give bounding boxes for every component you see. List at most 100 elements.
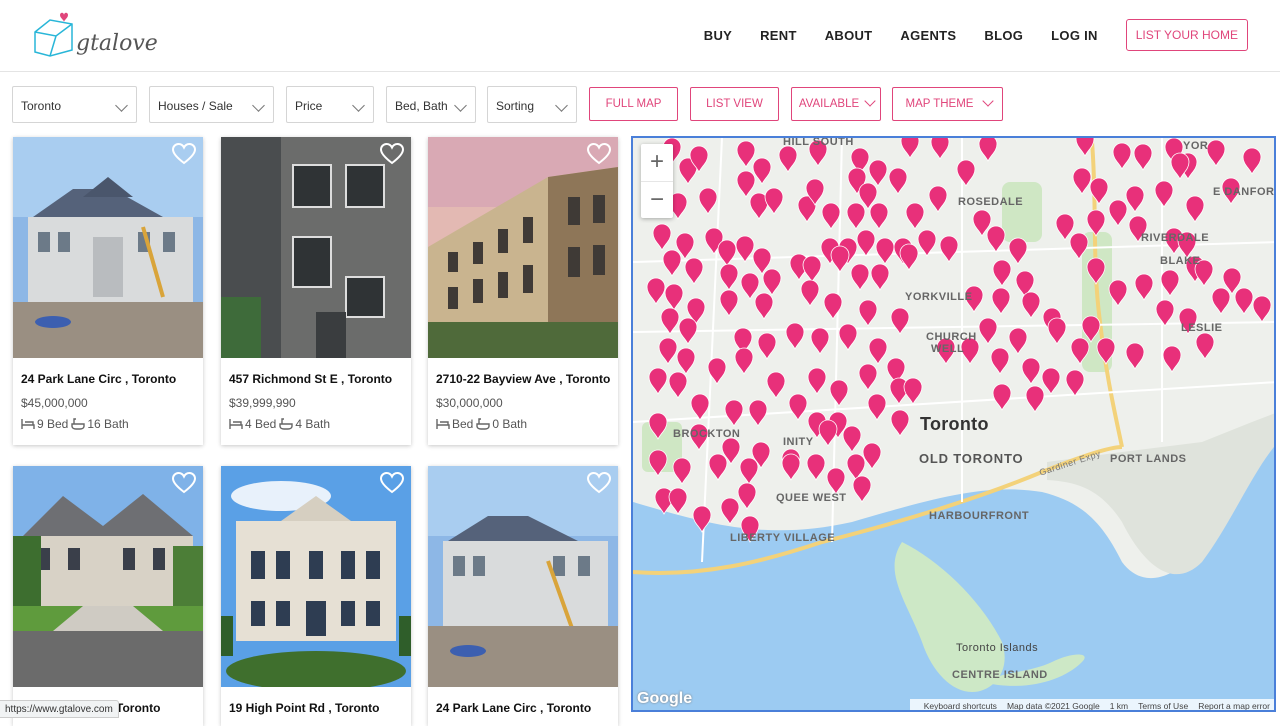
- map-marker-pin[interactable]: [991, 287, 1011, 315]
- map-marker-pin[interactable]: [1041, 367, 1061, 395]
- map-marker-pin[interactable]: [684, 257, 704, 285]
- map-marker-pin[interactable]: [900, 138, 920, 159]
- map-marker-pin[interactable]: [802, 255, 822, 283]
- sorting-select[interactable]: Sorting: [487, 86, 577, 123]
- nav-about[interactable]: ABOUT: [825, 28, 873, 43]
- map-marker-pin[interactable]: [754, 292, 774, 320]
- map-marker-pin[interactable]: [766, 371, 786, 399]
- map-marker-pin[interactable]: [806, 453, 826, 481]
- google-logo[interactable]: Google: [637, 690, 692, 708]
- listing-photo[interactable]: [13, 466, 203, 687]
- map-marker-pin[interactable]: [1211, 287, 1231, 315]
- map-marker-pin[interactable]: [928, 185, 948, 213]
- map-marker-pin[interactable]: [1096, 337, 1116, 365]
- listing-card[interactable]: 24 Park Lane Circ , Toronto $45,000,000 …: [13, 137, 203, 445]
- report-map-error-link[interactable]: Report a map error: [1198, 701, 1270, 710]
- map-marker-pin[interactable]: [930, 138, 950, 160]
- map-marker-pin[interactable]: [829, 379, 849, 407]
- map-marker-pin[interactable]: [692, 505, 712, 533]
- map-marker-pin[interactable]: [1154, 180, 1174, 208]
- zoom-in-button[interactable]: +: [641, 144, 673, 181]
- map-marker-pin[interactable]: [1242, 147, 1262, 175]
- map-marker-pin[interactable]: [868, 159, 888, 187]
- map-marker-pin[interactable]: [890, 307, 910, 335]
- map-marker-pin[interactable]: [720, 497, 740, 525]
- map-marker-pin[interactable]: [1065, 369, 1085, 397]
- map-marker-pin[interactable]: [870, 263, 890, 291]
- map-marker-pin[interactable]: [652, 223, 672, 251]
- map-marker-pin[interactable]: [1047, 317, 1067, 345]
- map-marker-pin[interactable]: [737, 482, 757, 510]
- map-marker-pin[interactable]: [1206, 139, 1226, 167]
- logo[interactable]: gtalove: [32, 12, 158, 58]
- listing-photo[interactable]: [13, 137, 203, 358]
- map-marker-pin[interactable]: [850, 263, 870, 291]
- full-map-button[interactable]: FULL MAP: [589, 87, 678, 121]
- listing-photo[interactable]: [221, 137, 411, 358]
- map-marker-pin[interactable]: [826, 467, 846, 495]
- map-marker-pin[interactable]: [1089, 177, 1109, 205]
- map-marker-pin[interactable]: [978, 317, 998, 345]
- map-marker-pin[interactable]: [1069, 232, 1089, 260]
- map-marker-pin[interactable]: [734, 347, 754, 375]
- map-marker-pin[interactable]: [1021, 357, 1041, 385]
- map-marker-pin[interactable]: [735, 235, 755, 263]
- map-marker-pin[interactable]: [648, 367, 668, 395]
- map-marker-pin[interactable]: [862, 442, 882, 470]
- map-marker-pin[interactable]: [781, 453, 801, 481]
- available-dropdown[interactable]: AVAILABLE: [791, 87, 881, 121]
- favorite-heart-icon[interactable]: [172, 143, 196, 165]
- list-your-home-button[interactable]: LIST YOUR HOME: [1125, 19, 1248, 51]
- map-marker-pin[interactable]: [698, 187, 718, 215]
- map-marker-pin[interactable]: [1086, 209, 1106, 237]
- map-marker-pin[interactable]: [856, 229, 876, 257]
- map-marker-pin[interactable]: [875, 237, 895, 265]
- map-marker-pin[interactable]: [852, 475, 872, 503]
- map-marker-pin[interactable]: [1025, 385, 1045, 413]
- map-marker-pin[interactable]: [757, 332, 777, 360]
- city-select[interactable]: Toronto: [12, 86, 137, 123]
- listing-card[interactable]: Toronto: [13, 466, 203, 726]
- map-marker-pin[interactable]: [658, 337, 678, 365]
- map-marker-pin[interactable]: [678, 317, 698, 345]
- nav-blog[interactable]: BLOG: [984, 28, 1023, 43]
- map-marker-pin[interactable]: [858, 363, 878, 391]
- map-marker-pin[interactable]: [1234, 287, 1254, 315]
- map-marker-pin[interactable]: [842, 425, 862, 453]
- listing-photo[interactable]: [428, 466, 618, 687]
- map-marker-pin[interactable]: [1155, 299, 1175, 327]
- map-marker-pin[interactable]: [992, 383, 1012, 411]
- listing-photo[interactable]: [221, 466, 411, 687]
- map-marker-pin[interactable]: [668, 371, 688, 399]
- map-marker-pin[interactable]: [690, 393, 710, 421]
- map-marker-pin[interactable]: [1081, 315, 1101, 343]
- favorite-heart-icon[interactable]: [587, 472, 611, 494]
- listing-address[interactable]: 24 Park Lane Circ , Toronto: [436, 701, 618, 715]
- favorite-heart-icon[interactable]: [380, 472, 404, 494]
- nav-login[interactable]: LOG IN: [1051, 28, 1098, 43]
- map-marker-pin[interactable]: [1108, 279, 1128, 307]
- map-marker-pin[interactable]: [830, 245, 850, 273]
- map-marker-pin[interactable]: [648, 449, 668, 477]
- favorite-heart-icon[interactable]: [380, 143, 404, 165]
- listing-card[interactable]: 457 Richmond St E , Toronto $39,999,990 …: [221, 137, 411, 445]
- map-marker-pin[interactable]: [785, 322, 805, 350]
- map-marker-pin[interactable]: [939, 235, 959, 263]
- favorite-heart-icon[interactable]: [172, 472, 196, 494]
- listing-address[interactable]: 457 Richmond St E , Toronto: [229, 372, 411, 386]
- map-marker-pin[interactable]: [764, 187, 784, 215]
- map-marker-pin[interactable]: [858, 299, 878, 327]
- zoom-out-button[interactable]: −: [641, 182, 673, 219]
- map-marker-pin[interactable]: [740, 272, 760, 300]
- map-marker-pin[interactable]: [903, 377, 923, 405]
- map-marker-pin[interactable]: [739, 457, 759, 485]
- map-marker-pin[interactable]: [890, 409, 910, 437]
- map-marker-pin[interactable]: [869, 202, 889, 230]
- map-marker-pin[interactable]: [905, 202, 925, 230]
- map-marker-pin[interactable]: [899, 243, 919, 271]
- map-marker-pin[interactable]: [1160, 269, 1180, 297]
- map-marker-pin[interactable]: [867, 393, 887, 421]
- map-marker-pin[interactable]: [748, 399, 768, 427]
- map-marker-pin[interactable]: [838, 323, 858, 351]
- map-marker-pin[interactable]: [1086, 257, 1106, 285]
